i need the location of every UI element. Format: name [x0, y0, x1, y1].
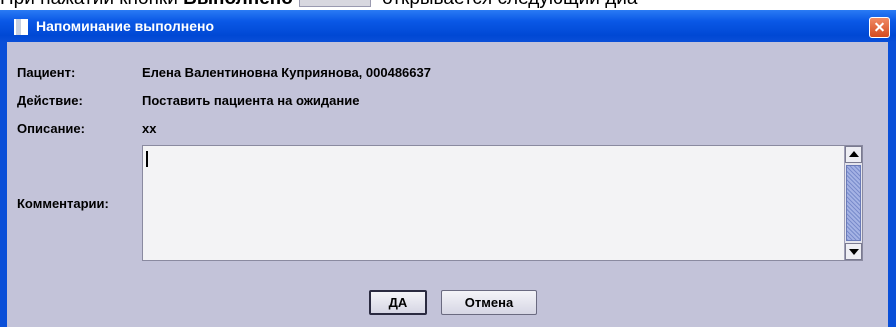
doc-text-bold: Выполнено: [183, 0, 293, 9]
scroll-thumb[interactable]: [846, 165, 861, 241]
window-icon: [14, 19, 28, 35]
text-caret: [146, 151, 148, 167]
reminder-dialog: Напоминание выполнено Пациент: Елена Вал…: [0, 10, 896, 327]
dialog-title: Напоминание выполнено: [36, 18, 215, 34]
scroll-down-arrow-icon[interactable]: [845, 243, 862, 260]
description-value: xx: [142, 121, 157, 136]
close-icon[interactable]: [869, 17, 890, 38]
comments-label: Комментарии:: [17, 196, 109, 211]
scroll-up-arrow-icon[interactable]: [845, 146, 862, 163]
doc-text-suffix: открывается следующий диа: [377, 0, 637, 9]
description-label: Описание:: [17, 121, 85, 136]
dialog-titlebar[interactable]: Напоминание выполнено: [0, 10, 896, 42]
document-text-line: При нажатии кнопки Выполнено открывается…: [0, 0, 896, 10]
inline-button-image: [298, 0, 371, 7]
comments-textarea[interactable]: [142, 145, 863, 261]
doc-text-prefix: При нажатии кнопки: [0, 0, 183, 9]
patient-label: Пациент:: [17, 65, 76, 80]
comments-scrollbar[interactable]: [844, 146, 862, 260]
dialog-content: Пациент: Елена Валентиновна Куприянова, …: [7, 42, 888, 327]
action-value: Поставить пациента на ожидание: [142, 93, 360, 108]
ok-button[interactable]: ДА: [369, 290, 427, 315]
cancel-button[interactable]: Отмена: [441, 290, 537, 315]
patient-value: Елена Валентиновна Куприянова, 000486637: [142, 65, 431, 80]
action-label: Действие:: [17, 93, 83, 108]
